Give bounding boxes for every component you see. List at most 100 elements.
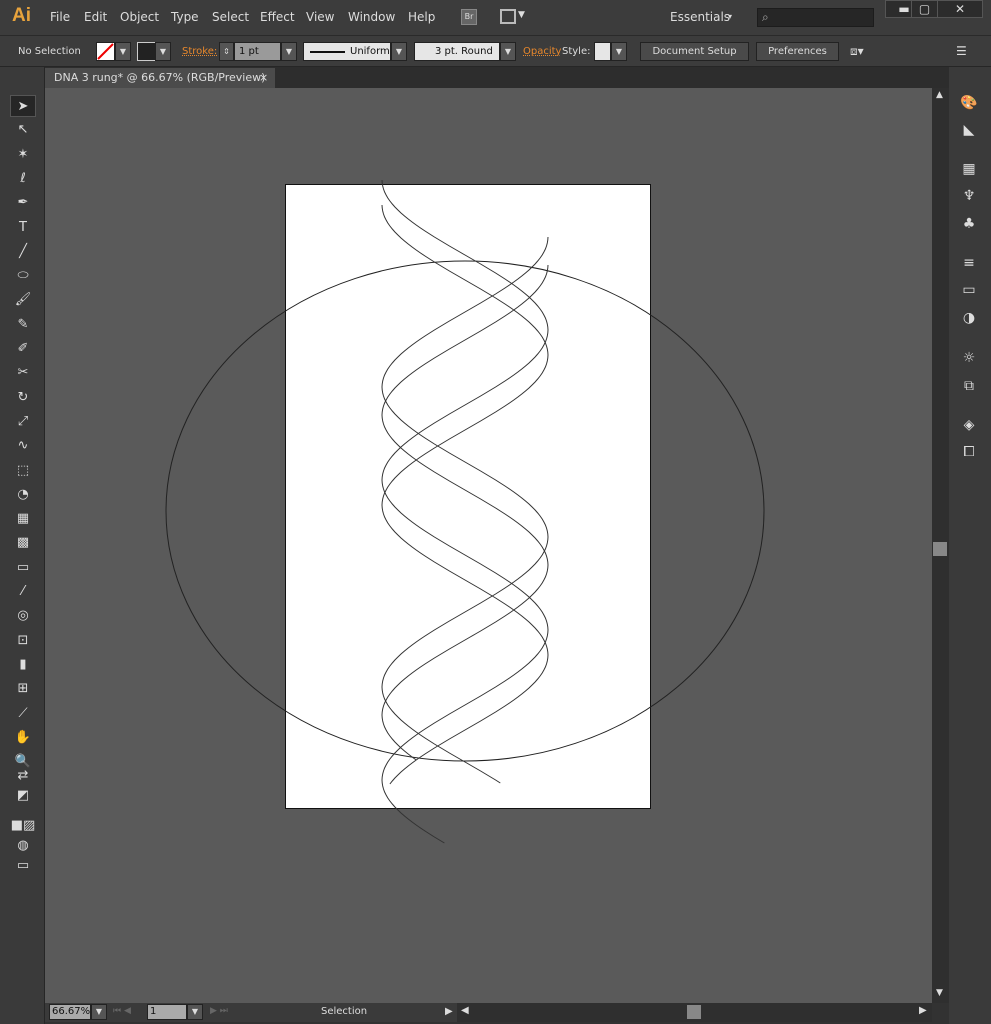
- appearance-panel-icon[interactable]: ☼: [958, 347, 980, 369]
- free-transform-tool-icon[interactable]: ⬚: [10, 460, 36, 482]
- brush-definition[interactable]: 3 pt. Round: [414, 42, 500, 61]
- profile-dropdown[interactable]: ▼: [391, 42, 407, 61]
- panel-menu-icon[interactable]: ☰: [956, 44, 967, 58]
- screen-mode-icon[interactable]: ▭: [10, 855, 36, 877]
- stroke-weight-stepper[interactable]: ⇕: [219, 42, 234, 61]
- scroll-up-icon[interactable]: ▲: [936, 90, 943, 100]
- stroke-label[interactable]: Stroke:: [182, 46, 217, 57]
- blob-brush-tool-icon[interactable]: ✐: [10, 338, 36, 360]
- fill-stroke-indicator[interactable]: ◩: [10, 785, 36, 807]
- arrange-dropdown-icon[interactable]: ▼: [518, 10, 525, 20]
- color-guide-panel-icon[interactable]: ◣: [958, 119, 980, 141]
- magic-wand-tool-icon[interactable]: ✶: [10, 144, 36, 166]
- blend-tool-icon[interactable]: ◎: [10, 605, 36, 627]
- artboard-dropdown[interactable]: ▼: [187, 1004, 203, 1020]
- status-menu-icon[interactable]: ▶: [445, 1006, 453, 1017]
- workspace-dropdown-icon[interactable]: ▾: [728, 12, 732, 21]
- stroke-weight-input[interactable]: 1 pt: [234, 42, 281, 61]
- close-tab-icon[interactable]: ×: [259, 68, 268, 88]
- artboards-panel-icon[interactable]: ⧠: [958, 441, 980, 463]
- menu-effect[interactable]: Effect: [260, 10, 295, 24]
- shape-builder-tool-icon[interactable]: ◔: [10, 484, 36, 506]
- horizontal-scrollbar[interactable]: ◀ ▶: [457, 1003, 932, 1022]
- direct-selection-tool-icon[interactable]: ↖: [10, 119, 36, 141]
- transparency-panel-icon[interactable]: ◑: [958, 307, 980, 329]
- fill-swatch[interactable]: [96, 42, 115, 61]
- document-tab[interactable]: DNA 3 rung* @ 66.67% (RGB/Preview) ×: [45, 68, 275, 88]
- pen-tool-icon[interactable]: ✒: [10, 192, 36, 214]
- menu-object[interactable]: Object: [120, 10, 159, 24]
- vertical-scrollbar[interactable]: ▲ ▼: [932, 88, 949, 1003]
- gradient-panel-icon[interactable]: ▭: [958, 279, 980, 301]
- document-setup-button[interactable]: Document Setup: [640, 42, 749, 61]
- hand-tool-icon[interactable]: ✋: [10, 727, 36, 749]
- swap-fill-stroke-icon[interactable]: ⇄: [10, 765, 36, 787]
- isolate-object-icon[interactable]: ⧈▾: [850, 44, 864, 59]
- bridge-button[interactable]: Br: [461, 9, 477, 25]
- search-input[interactable]: ⌕: [757, 8, 874, 27]
- close-button[interactable]: ✕: [937, 0, 983, 18]
- artboard-number-input[interactable]: 1: [147, 1004, 187, 1020]
- menu-file[interactable]: File: [50, 10, 70, 24]
- color-mode-icons[interactable]: ■▨: [10, 815, 36, 837]
- column-graph-tool-icon[interactable]: ▮: [10, 654, 36, 676]
- stroke-swatch[interactable]: [137, 42, 156, 61]
- selection-tool-icon[interactable]: ➤: [10, 95, 36, 117]
- canvas[interactable]: [45, 88, 932, 1003]
- lasso-tool-icon[interactable]: ℓ: [10, 168, 36, 190]
- first-artboard-icon[interactable]: ⏮ ◀: [113, 1006, 131, 1016]
- horizontal-scroll-thumb[interactable]: [687, 1005, 701, 1019]
- artboard-tool-icon[interactable]: ⊞: [10, 678, 36, 700]
- menu-type[interactable]: Type: [171, 10, 199, 24]
- scroll-left-icon[interactable]: ◀: [461, 1005, 469, 1016]
- paintbrush-tool-icon[interactable]: 🖌: [10, 289, 36, 311]
- menu-view[interactable]: View: [306, 10, 334, 24]
- fill-dropdown[interactable]: ▼: [115, 42, 131, 61]
- pencil-tool-icon[interactable]: ✎: [10, 314, 36, 336]
- mesh-tool-icon[interactable]: ▩: [10, 532, 36, 554]
- arrange-documents-icon[interactable]: [500, 9, 516, 24]
- symbols-panel-icon[interactable]: ♣: [958, 213, 980, 235]
- vertical-scroll-thumb[interactable]: [933, 542, 947, 556]
- graphic-style-swatch[interactable]: [594, 42, 611, 61]
- eyedropper-tool-icon[interactable]: ⁄: [10, 581, 36, 603]
- zoom-dropdown[interactable]: ▼: [91, 1004, 107, 1020]
- ellipse-tool-icon[interactable]: ⬭: [10, 265, 36, 287]
- perspective-grid-tool-icon[interactable]: ▦: [10, 508, 36, 530]
- zoom-level-input[interactable]: 66.67%: [49, 1004, 91, 1020]
- style-dropdown[interactable]: ▼: [611, 42, 627, 61]
- layers-panel-icon[interactable]: ◈: [958, 414, 980, 436]
- menu-select[interactable]: Select: [212, 10, 249, 24]
- draw-mode-icon[interactable]: ◍: [10, 835, 36, 857]
- scroll-right-icon[interactable]: ▶: [919, 1005, 927, 1016]
- stroke-dropdown[interactable]: ▼: [155, 42, 171, 61]
- scissors-tool-icon[interactable]: ✂: [10, 362, 36, 384]
- scroll-down-icon[interactable]: ▼: [936, 988, 943, 998]
- brush-dropdown[interactable]: ▼: [500, 42, 516, 61]
- rotate-tool-icon[interactable]: ↻: [10, 387, 36, 409]
- type-tool-icon[interactable]: T: [10, 217, 36, 239]
- dna-strand[interactable]: [381, 264, 549, 761]
- maximize-button[interactable]: ▢: [911, 0, 938, 18]
- color-panel-icon[interactable]: 🎨: [958, 92, 980, 114]
- current-tool-status[interactable]: Selection: [321, 1006, 367, 1017]
- opacity-label[interactable]: Opacity: [523, 46, 561, 57]
- line-tool-icon[interactable]: ╱: [10, 241, 36, 263]
- dna-strand[interactable]: [381, 236, 549, 784]
- gradient-tool-icon[interactable]: ▭: [10, 557, 36, 579]
- stroke-weight-dropdown[interactable]: ▼: [281, 42, 297, 61]
- ellipse-shape[interactable]: [165, 260, 765, 762]
- last-artboard-icon[interactable]: ▶ ⏭: [210, 1006, 228, 1016]
- menu-help[interactable]: Help: [408, 10, 435, 24]
- menu-edit[interactable]: Edit: [84, 10, 107, 24]
- warp-tool-icon[interactable]: ∿: [10, 435, 36, 457]
- preferences-button[interactable]: Preferences: [756, 42, 839, 61]
- stroke-panel-icon[interactable]: ≡: [958, 252, 980, 274]
- graphic-styles-panel-icon[interactable]: ⧉: [958, 375, 980, 397]
- symbol-sprayer-tool-icon[interactable]: ⊡: [10, 630, 36, 652]
- slice-tool-icon[interactable]: ⟋: [10, 703, 36, 725]
- workspace-switcher[interactable]: Essentials: [670, 10, 730, 24]
- brushes-panel-icon[interactable]: ♆: [958, 185, 980, 207]
- swatches-panel-icon[interactable]: ▦: [958, 158, 980, 180]
- menu-window[interactable]: Window: [348, 10, 395, 24]
